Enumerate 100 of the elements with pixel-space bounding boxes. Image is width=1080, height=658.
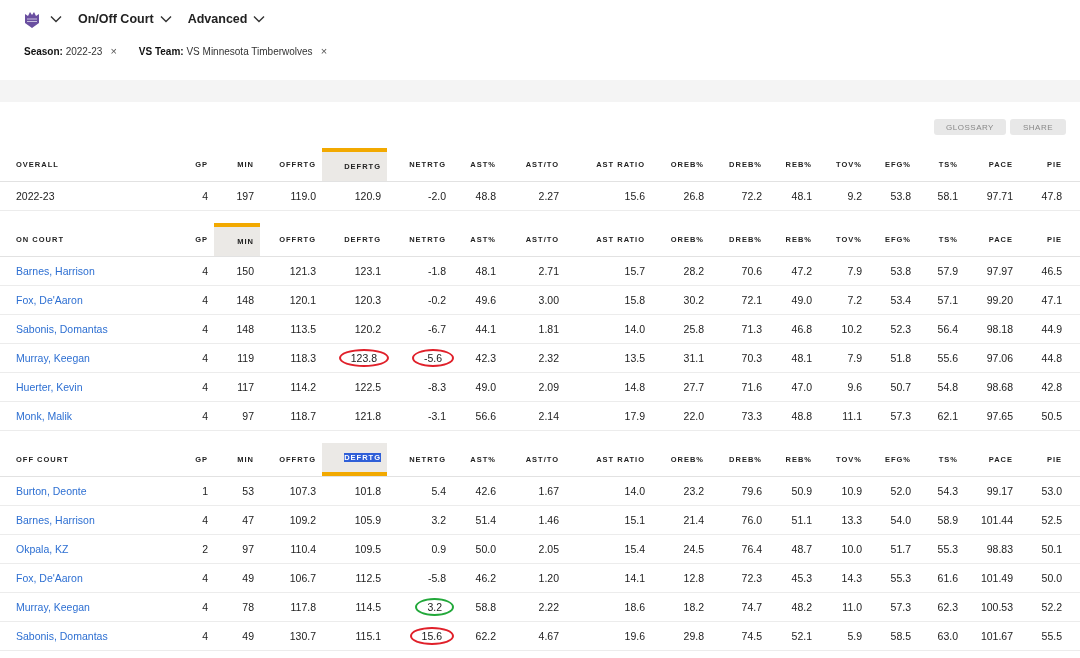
view-dropdown[interactable]: On/Off Court [78,12,172,26]
table-cell-text: 47.0 [790,380,813,395]
table-cell-text: 55.3 [889,571,912,586]
table-cell-text: 101.8 [353,484,382,499]
table-cell-text: 45.3 [790,571,813,586]
table-cell-text: 49 [241,571,255,586]
table-cell-text: 73.3 [740,409,763,424]
table-cell-text: 10.0 [840,542,863,557]
table-cell-text: 29.8 [682,629,705,644]
table-cell-text: 25.8 [682,322,705,337]
table-cell-text: 58.9 [936,513,959,528]
player-link[interactable]: Murray, Keegan [16,601,90,613]
table-cell-text: 54.0 [889,513,912,528]
table-cell-text: 78 [241,600,255,615]
chevron-down-icon[interactable] [50,15,62,23]
circled-value: 3.2 [415,598,454,616]
table-cell-text: 15.4 [623,542,646,557]
table-cell-text: 120.3 [353,293,382,308]
table-cell-text: 1.67 [537,484,560,499]
table-cell-text: 79.6 [740,484,763,499]
table-cell-text: 52.1 [790,629,813,644]
table-cell-text: 3.2 [430,513,447,528]
player-link[interactable]: Sabonis, Domantas [16,323,108,335]
table-cell-text: 18.6 [623,600,646,615]
player-link[interactable]: Monk, Malik [16,410,72,422]
table-cell-text: -8.3 [426,380,447,395]
table-cell-text: 4 [201,629,209,644]
table-cell-text: 50.7 [889,380,912,395]
player-link[interactable]: Barnes, Harrison [16,514,95,526]
player-link[interactable]: Okpala, KZ [16,543,69,555]
table-cell-text: 47 [241,513,255,528]
table-cell-text: 150 [235,264,255,279]
table-cell-text: 9.2 [846,189,863,204]
table-cell-text: 98.83 [985,542,1014,557]
team-logo-icon[interactable] [24,10,40,28]
table-cell-text: 46.5 [1040,264,1063,279]
table-cell-text: 42.8 [1040,380,1063,395]
remove-filter-button[interactable]: × [320,45,328,57]
table-cell-text: 101.49 [979,571,1014,586]
table-cell-text: 72.3 [740,571,763,586]
table-cell-text: 14.8 [623,380,646,395]
table-cell-text: 53 [241,484,255,499]
table-cell-text: 28.2 [682,264,705,279]
player-link[interactable]: Burton, Deonte [16,485,87,497]
table-cell-text: 55.3 [936,542,959,557]
player-link[interactable]: Huerter, Kevin [16,381,83,393]
player-link[interactable]: Sabonis, Domantas [16,630,108,642]
table-cell-text: 7.9 [846,351,863,366]
table-cell-text: 74.5 [740,629,763,644]
table-cell-text: 15.8 [623,293,646,308]
table-cell-text: 7.2 [846,293,863,308]
view-dropdown[interactable]: Advanced [187,12,266,26]
table-cell-text: 97.71 [985,189,1014,204]
table-cell-text: -3.1 [426,409,447,424]
table-cell-text: 118.3 [289,351,317,366]
table-cell-text: 10.9 [840,484,863,499]
table-cell-text: 72.1 [740,293,763,308]
table-cell-text: 50.0 [474,542,497,557]
table-cell-text: 11.1 [841,409,863,424]
table-cell-text: 114.2 [289,380,317,395]
table-cell-text: 115.1 [354,629,382,644]
remove-filter-button[interactable]: × [110,45,117,57]
table-cell-text: 21.4 [682,513,705,528]
table-cell-text: 55.6 [936,351,959,366]
table-cell-text: 48.1 [790,189,813,204]
table-cell-text: 7.9 [846,264,863,279]
table-cell-text: 22.0 [682,409,705,424]
table-cell-text: 97.65 [985,409,1014,424]
table-cell-text: 46.2 [474,571,497,586]
table-cell-text: 52.2 [1040,600,1063,615]
table-cell-text: 23.2 [682,484,705,499]
table-cell-text: 148 [235,322,255,337]
filter-label: VS Team: VS Minnesota Timberwolves [138,45,313,57]
table-cell-text: 53.4 [889,293,912,308]
table-cell-text: 2.14 [537,409,560,424]
table-cell-text: 1 [201,484,209,499]
chevron-down-icon[interactable] [159,15,172,23]
table-cell-text: -6.7 [426,322,447,337]
table-cell-text: 4.67 [537,629,560,644]
table-cell-text: 117 [236,380,255,395]
table-cell-text: 55.5 [1040,629,1063,644]
table-cell-text: 1.81 [537,322,560,337]
table-cell-text: 48.7 [790,542,813,557]
table-cell-text: 49.0 [474,380,497,395]
table-cell-text: 53.0 [1040,484,1063,499]
chevron-down-icon[interactable] [253,15,266,23]
player-link[interactable]: Murray, Keegan [16,352,90,364]
table-cell-text: 50.9 [790,484,813,499]
table-cell-text: 44.8 [1040,351,1063,366]
filter-label: Season: 2022-23 [24,45,103,57]
table-cell-text: 2.71 [537,264,560,279]
table-cell-text: 14.0 [623,322,646,337]
player-link[interactable]: Barnes, Harrison [16,265,95,277]
player-link[interactable]: Fox, De'Aaron [16,294,83,306]
table-cell-text: 3.00 [537,293,560,308]
player-link[interactable]: Fox, De'Aaron [16,572,83,584]
table-cell-text: 47.2 [790,264,813,279]
circled-value: 123.8 [338,349,389,367]
table-cell-text: 13.3 [840,513,863,528]
table-cell-text: -5.8 [426,571,447,586]
